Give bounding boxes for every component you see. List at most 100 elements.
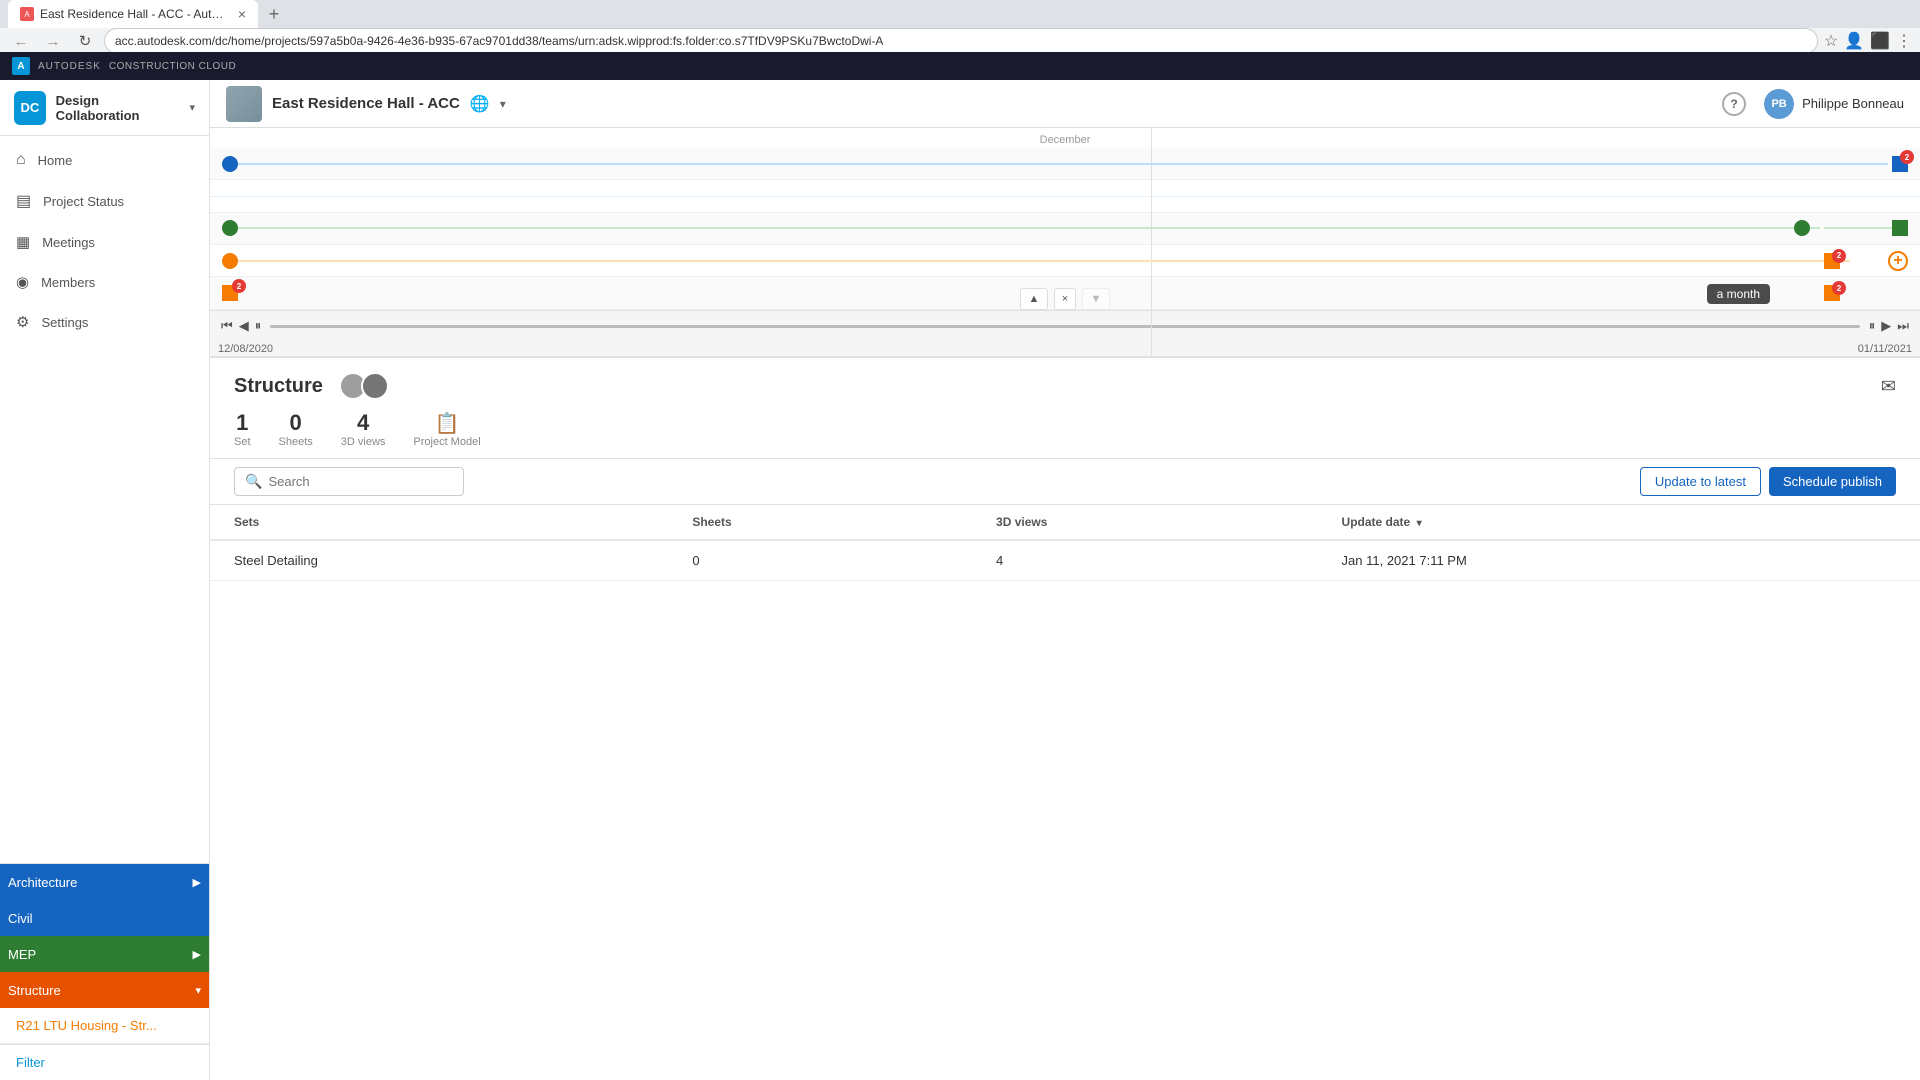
civil-label: Civil: [8, 911, 33, 926]
update-to-latest-button[interactable]: Update to latest: [1640, 467, 1761, 496]
struct-plus-icon[interactable]: +: [1888, 251, 1908, 271]
structure-title: Structure: [234, 375, 323, 398]
sidebar-header: DC Design Collaboration ▾: [0, 80, 209, 136]
sort-icon: ▾: [1417, 518, 1422, 529]
timeline-next[interactable]: ▶: [1878, 318, 1894, 334]
cell-3dviews: 4: [972, 540, 1317, 581]
timeline-track[interactable]: [270, 325, 1860, 328]
bookmark-icon[interactable]: ☆: [1824, 31, 1838, 51]
col-update-date[interactable]: Update date ▾: [1318, 505, 1920, 540]
gantt-row-civil[interactable]: Civil: [0, 900, 209, 936]
stat-sheets-value: 0: [290, 410, 302, 436]
sidebar-item-members[interactable]: ◉ Members: [0, 262, 209, 302]
table-row[interactable]: Steel Detailing 0 4 Jan 11, 2021 7:11 PM: [210, 540, 1920, 581]
product-label: CONSTRUCTION CLOUD: [109, 61, 236, 72]
arch-expand-icon: ▶: [193, 876, 201, 889]
gantt-row-substruct[interactable]: R21 LTU Housing - Str...: [0, 1008, 209, 1044]
gantt-row-struct[interactable]: Structure ▾: [0, 972, 209, 1008]
schedule-publish-button[interactable]: Schedule publish: [1769, 467, 1896, 496]
mep-end-milestone: [1892, 220, 1908, 236]
timeline-prev-prev[interactable]: ⏮: [218, 318, 236, 334]
sidebar-label-members: Members: [41, 275, 95, 290]
chart-row-civil: [210, 180, 1920, 212]
mep-label: MEP: [8, 947, 36, 962]
stat-3dviews-value: 4: [357, 410, 369, 436]
stat-sets-label: Set: [234, 436, 251, 448]
timeline-pause-right[interactable]: ⏸: [1866, 318, 1879, 334]
struct-start-dot: [222, 253, 238, 269]
substruct-badge: 2: [1832, 281, 1846, 295]
collapse-close-button[interactable]: ×: [1054, 288, 1076, 310]
substruct-start-badge: 2: [232, 279, 246, 293]
user-name: Philippe Bonneau: [1802, 96, 1904, 111]
cell-update-date: Jan 11, 2021 7:11 PM: [1318, 540, 1920, 581]
struct-expand-icon: ▾: [195, 984, 201, 997]
structure-top: Structure ✉ 1 Set: [210, 358, 1920, 458]
members-icon: ◉: [16, 273, 29, 291]
col-3dviews: 3D views: [972, 505, 1317, 540]
search-icon: 🔍: [245, 473, 262, 490]
stat-sets-value: 1: [236, 410, 248, 436]
sidebar-title: Design Collaboration: [56, 93, 178, 123]
browser-tab[interactable]: A East Residence Hall - ACC - Auto... ×: [8, 0, 258, 28]
cell-sheets: 0: [668, 540, 972, 581]
main-content: East Residence Hall - ACC 🌐 ▾ ? PB Phili…: [210, 80, 1920, 1080]
gantt-timeline: December 2: [210, 128, 1920, 358]
structure-detail: Structure ✉ 1 Set: [210, 358, 1920, 1080]
stat-3dviews: 4 3D views: [341, 410, 386, 448]
tab-favicon: A: [20, 7, 34, 21]
nav-forward-button[interactable]: →: [40, 28, 66, 54]
profile-icon[interactable]: 👤: [1844, 31, 1864, 51]
search-input[interactable]: [268, 474, 453, 489]
extensions-icon[interactable]: ⬛: [1870, 31, 1890, 51]
substruct-label: R21 LTU Housing - Str...: [16, 1018, 157, 1033]
project-dropdown-icon[interactable]: ▾: [500, 97, 506, 111]
structure-stats: 1 Set 0 Sheets 4 3D views 📋: [234, 410, 1896, 458]
gantt-left-panel: Architecture ▶ Civil MEP ▶ Structure ▾: [0, 863, 209, 1044]
sidebar-item-home[interactable]: ⌂ Home: [0, 140, 209, 180]
timeline-prev[interactable]: ◀: [236, 318, 252, 334]
struct-badge: 2: [1832, 249, 1846, 263]
sets-table: Sets Sheets 3D views Update date: [210, 505, 1920, 581]
new-tab-button[interactable]: +: [260, 0, 288, 28]
col-sheets: Sheets: [668, 505, 972, 540]
nav-back-button[interactable]: ←: [8, 28, 34, 54]
stat-sheets-label: Sheets: [279, 436, 313, 448]
project-name: East Residence Hall - ACC: [272, 95, 460, 112]
sidebar-chevron-icon[interactable]: ▾: [189, 101, 195, 114]
timeline-next-next[interactable]: ⏭: [1894, 318, 1912, 334]
date-end: 01/11/2021: [1858, 343, 1912, 355]
date-start: 12/08/2020: [218, 343, 273, 355]
arch-start-milestone: [222, 156, 238, 172]
timeline-pause-left[interactable]: ⏸: [252, 318, 265, 334]
email-icon[interactable]: ✉: [1881, 376, 1896, 397]
address-bar[interactable]: acc.autodesk.com/dc/home/projects/597a5b…: [104, 28, 1818, 54]
project-globe-icon[interactable]: 🌐: [470, 94, 490, 114]
menu-icon[interactable]: ⋮: [1896, 31, 1912, 51]
dc-logo: DC: [14, 91, 46, 125]
gantt-row-arch[interactable]: Architecture ▶: [0, 864, 209, 900]
filter-section: Filter: [0, 1044, 209, 1080]
sidebar-item-project-status[interactable]: ▤ Project Status: [0, 180, 209, 222]
sidebar-item-settings[interactable]: ⚙ Settings: [0, 302, 209, 342]
structure-toolbar: 🔍 Update to latest Schedule publish: [210, 458, 1920, 505]
sidebar-item-meetings[interactable]: ▦ Meetings: [0, 222, 209, 262]
help-button[interactable]: ?: [1722, 92, 1746, 116]
project-model-label: Project Model: [413, 436, 480, 448]
structure-avatars: [339, 372, 383, 400]
collapse-down-button[interactable]: ▼: [1082, 288, 1110, 310]
tab-close-icon[interactable]: ×: [238, 6, 246, 22]
gantt-row-mep[interactable]: MEP ▶: [0, 936, 209, 972]
search-wrapper: 🔍: [234, 467, 464, 496]
timeline-tooltip: a month: [1707, 284, 1770, 304]
calendar-icon: ▦: [16, 233, 30, 251]
filter-label[interactable]: Filter: [16, 1055, 45, 1070]
timeline-controls: ⏮ ◀ ⏸ ⏸ ▶ ⏭: [210, 310, 1920, 342]
nav-refresh-button[interactable]: ↻: [72, 28, 98, 54]
chart-row-struct: + 2: [210, 245, 1920, 277]
collapse-controls: ▲ × ▼: [1020, 288, 1110, 310]
arch-badge: 2: [1900, 150, 1914, 164]
chart-row-arch: 2: [210, 148, 1920, 180]
collapse-up-button[interactable]: ▲: [1020, 288, 1048, 310]
sidebar: DC Design Collaboration ▾ ⌂ Home ▤ Proje…: [0, 80, 210, 1080]
